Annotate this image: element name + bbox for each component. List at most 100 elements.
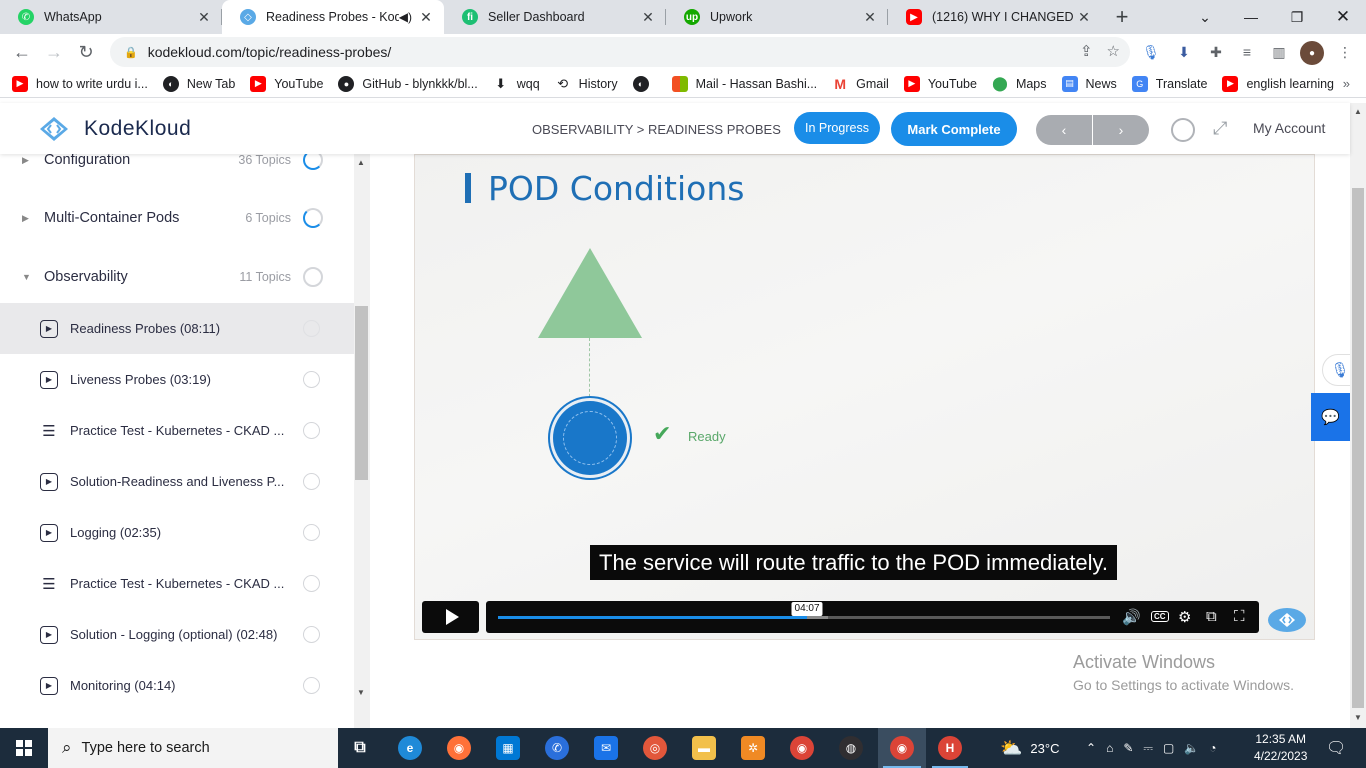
lesson-item[interactable]: ▶ Monitoring (04:14) bbox=[0, 660, 354, 711]
notifications-icon[interactable]: 🗨 bbox=[1326, 728, 1346, 768]
bookmark-item[interactable]: Mail - Hassan Bashi... bbox=[671, 75, 817, 92]
fullscreen-icon[interactable]: ⛶ bbox=[1234, 608, 1245, 625]
sidebar-scrollbar-thumb[interactable] bbox=[355, 306, 368, 480]
page-scrollbar[interactable]: ▲ ▼ bbox=[1350, 103, 1366, 728]
file-explorer-icon[interactable]: ▬ bbox=[692, 736, 716, 760]
bookmark-item[interactable]: ▶ YouTube bbox=[903, 75, 977, 92]
lesson-item[interactable]: ▶ Liveness Probes (03:19) bbox=[0, 354, 354, 405]
bookmark-item[interactable]: ▶ how to write urdu i... bbox=[12, 75, 148, 92]
chat-support-icon[interactable]: 💬 bbox=[1311, 393, 1350, 441]
in-progress-button[interactable]: In Progress bbox=[794, 112, 880, 144]
volume-tray-icon[interactable]: 🔈 bbox=[1184, 741, 1199, 755]
video-player[interactable]: POD Conditions ✔ Ready The service will … bbox=[414, 154, 1315, 640]
new-tab-button[interactable]: + bbox=[1102, 0, 1142, 34]
task-view-icon[interactable]: ⧉ bbox=[348, 736, 372, 760]
lesson-item[interactable]: ▶ Logging (02:35) bbox=[0, 507, 354, 558]
section-configuration[interactable]: ▶ Configuration 36 Topics bbox=[0, 154, 354, 180]
tab-youtube[interactable]: ▶ (1216) WHY I CHANGED MY ✕ bbox=[888, 0, 1102, 34]
mic-extension-icon[interactable]: 🎙 bbox=[1140, 41, 1162, 63]
bookmark-item[interactable]: ⟲ History bbox=[555, 76, 617, 92]
bookmark-item[interactable]: ◐ New Tab bbox=[162, 75, 235, 92]
store-icon[interactable]: ▦ bbox=[496, 736, 520, 760]
shell-app-icon[interactable]: ◎ bbox=[643, 736, 667, 760]
close-tab-icon[interactable]: ✕ bbox=[1074, 9, 1094, 26]
bookmark-item[interactable]: ▶ english learning bbox=[1222, 75, 1334, 92]
media-control-icon[interactable]: ≡ bbox=[1236, 41, 1258, 63]
close-tab-icon[interactable]: ✕ bbox=[416, 9, 436, 26]
lesson-item[interactable]: ▶ Solution - Logging (optional) (02:48) bbox=[0, 609, 354, 660]
system-clock[interactable]: 12:35 AM 4/22/2023 bbox=[1254, 731, 1307, 765]
page-scrollbar-thumb[interactable] bbox=[1352, 188, 1364, 708]
my-account-link[interactable]: My Account bbox=[1253, 120, 1325, 136]
kodekloud-logo[interactable]: KodeKloud bbox=[34, 115, 191, 143]
scroll-up-arrow-icon[interactable]: ▲ bbox=[357, 158, 365, 167]
bookmark-item[interactable]: ⬤ Maps bbox=[992, 75, 1046, 92]
edge-icon[interactable]: e bbox=[398, 736, 422, 760]
volume-icon[interactable]: 🔊 bbox=[1122, 608, 1141, 626]
chrome-icon[interactable]: ◉ bbox=[790, 736, 814, 760]
bookmark-item[interactable]: ▶ YouTube bbox=[250, 75, 323, 92]
chrome-menu-icon[interactable]: ⋮ bbox=[1334, 41, 1356, 63]
lesson-item[interactable]: ☰ Practice Test - Kubernetes - CKAD ... bbox=[0, 558, 354, 609]
lesson-item[interactable]: ▶ Solution-Readiness and Liveness P... bbox=[0, 456, 354, 507]
chrome-profile-icon[interactable]: ◉ bbox=[890, 736, 914, 760]
taskbar-search[interactable]: ⌕ Type here to search bbox=[48, 728, 338, 768]
fullscreen-expand-icon[interactable]: ⤢ bbox=[1213, 118, 1227, 139]
tab-whatsapp[interactable]: ✆ WhatsApp ✕ bbox=[0, 0, 222, 34]
scroll-down-arrow-icon[interactable]: ▼ bbox=[1354, 713, 1362, 722]
network-device-icon[interactable]: ⌂ bbox=[1106, 741, 1113, 755]
picture-in-picture-icon[interactable]: ⧉ bbox=[1206, 608, 1217, 625]
wifi-icon[interactable]: ◔ bbox=[1209, 741, 1216, 755]
tab-upwork[interactable]: up Upwork ✕ bbox=[666, 0, 888, 34]
extensions-puzzle-icon[interactable]: ✚ bbox=[1205, 41, 1227, 63]
reload-icon[interactable]: ↻ bbox=[70, 36, 102, 68]
share-icon[interactable]: ⇪ bbox=[1080, 42, 1093, 60]
tab-search-icon[interactable]: ⌄ bbox=[1182, 0, 1228, 34]
more-bookmarks-icon[interactable]: » bbox=[1343, 76, 1350, 91]
tab-seller-dashboard[interactable]: fi Seller Dashboard ✕ bbox=[444, 0, 666, 34]
close-tab-icon[interactable]: ✕ bbox=[194, 9, 214, 26]
settings-app-icon[interactable]: ✲ bbox=[741, 736, 765, 760]
restore-button[interactable]: ❐ bbox=[1274, 0, 1320, 34]
scroll-up-arrow-icon[interactable]: ▲ bbox=[1354, 107, 1362, 116]
tab-readiness-probes[interactable]: ◇ Readiness Probes - KodeKloud ◀) ✕ bbox=[222, 0, 444, 34]
section-observability[interactable]: ▼ Observability 11 Topics bbox=[0, 257, 354, 297]
closed-captions-icon[interactable]: CC bbox=[1151, 611, 1169, 622]
lesson-item[interactable]: ☰ Practice Test - Kubernetes - CKAD ... bbox=[0, 405, 354, 456]
bookmark-star-icon[interactable]: ☆ bbox=[1107, 42, 1120, 60]
next-lesson-button[interactable]: › bbox=[1093, 115, 1149, 145]
sidebar-scrollbar[interactable]: ▲ ▼ bbox=[354, 154, 370, 728]
bookmark-item[interactable]: G Translate bbox=[1131, 75, 1207, 92]
dark-mode-toggle-icon[interactable] bbox=[1171, 118, 1195, 142]
play-button[interactable] bbox=[422, 601, 479, 633]
usb-icon[interactable]: ⎓ bbox=[1143, 741, 1153, 756]
scroll-down-arrow-icon[interactable]: ▼ bbox=[357, 688, 365, 697]
back-icon[interactable]: ← bbox=[6, 36, 38, 68]
show-hidden-icons-icon[interactable]: ⌃ bbox=[1086, 741, 1096, 755]
chrome-profile-h-icon[interactable]: H bbox=[938, 736, 962, 760]
weather-widget[interactable]: ⛅ 23°C bbox=[1000, 728, 1059, 768]
start-button[interactable] bbox=[0, 728, 48, 768]
seek-bar[interactable]: 04:07 bbox=[498, 602, 1110, 619]
bookmark-item[interactable]: M Gmail bbox=[832, 76, 889, 92]
pen-icon[interactable]: ✎ bbox=[1123, 741, 1133, 755]
address-bar[interactable]: 🔒 kodekloud.com/topic/readiness-probes/ … bbox=[110, 37, 1130, 67]
display-icon[interactable]: ▢ bbox=[1163, 741, 1174, 755]
minimize-button[interactable]: — bbox=[1228, 0, 1274, 34]
settings-gear-icon[interactable]: ⚙ bbox=[1178, 608, 1191, 626]
download-extension-icon[interactable]: ⬇ bbox=[1173, 41, 1195, 63]
forward-icon[interactable]: → bbox=[38, 36, 70, 68]
system-tray-icons[interactable]: ⌃ ⌂ ✎ ⎓ ▢ 🔈 ◔ bbox=[1086, 728, 1217, 768]
lesson-item[interactable]: ▶ Readiness Probes (08:11) bbox=[0, 303, 354, 354]
previous-lesson-button[interactable]: ‹ bbox=[1036, 115, 1092, 145]
phone-icon[interactable]: ✆ bbox=[545, 736, 569, 760]
bookmark-item[interactable]: ● GitHub - blynkkk/bl... bbox=[338, 75, 478, 92]
bookmark-item[interactable]: ▤ News bbox=[1061, 75, 1117, 92]
firefox-icon[interactable]: ◉ bbox=[447, 736, 471, 760]
bookmark-item[interactable]: ◐ bbox=[632, 75, 657, 92]
speaker-mute-icon[interactable]: ◀) bbox=[399, 10, 412, 24]
profile-avatar[interactable]: ● bbox=[1300, 41, 1324, 65]
close-window-button[interactable]: ✕ bbox=[1320, 0, 1366, 34]
obs-icon[interactable]: ◍ bbox=[839, 736, 863, 760]
bookmark-item[interactable]: ⬇ wqq bbox=[493, 76, 539, 92]
